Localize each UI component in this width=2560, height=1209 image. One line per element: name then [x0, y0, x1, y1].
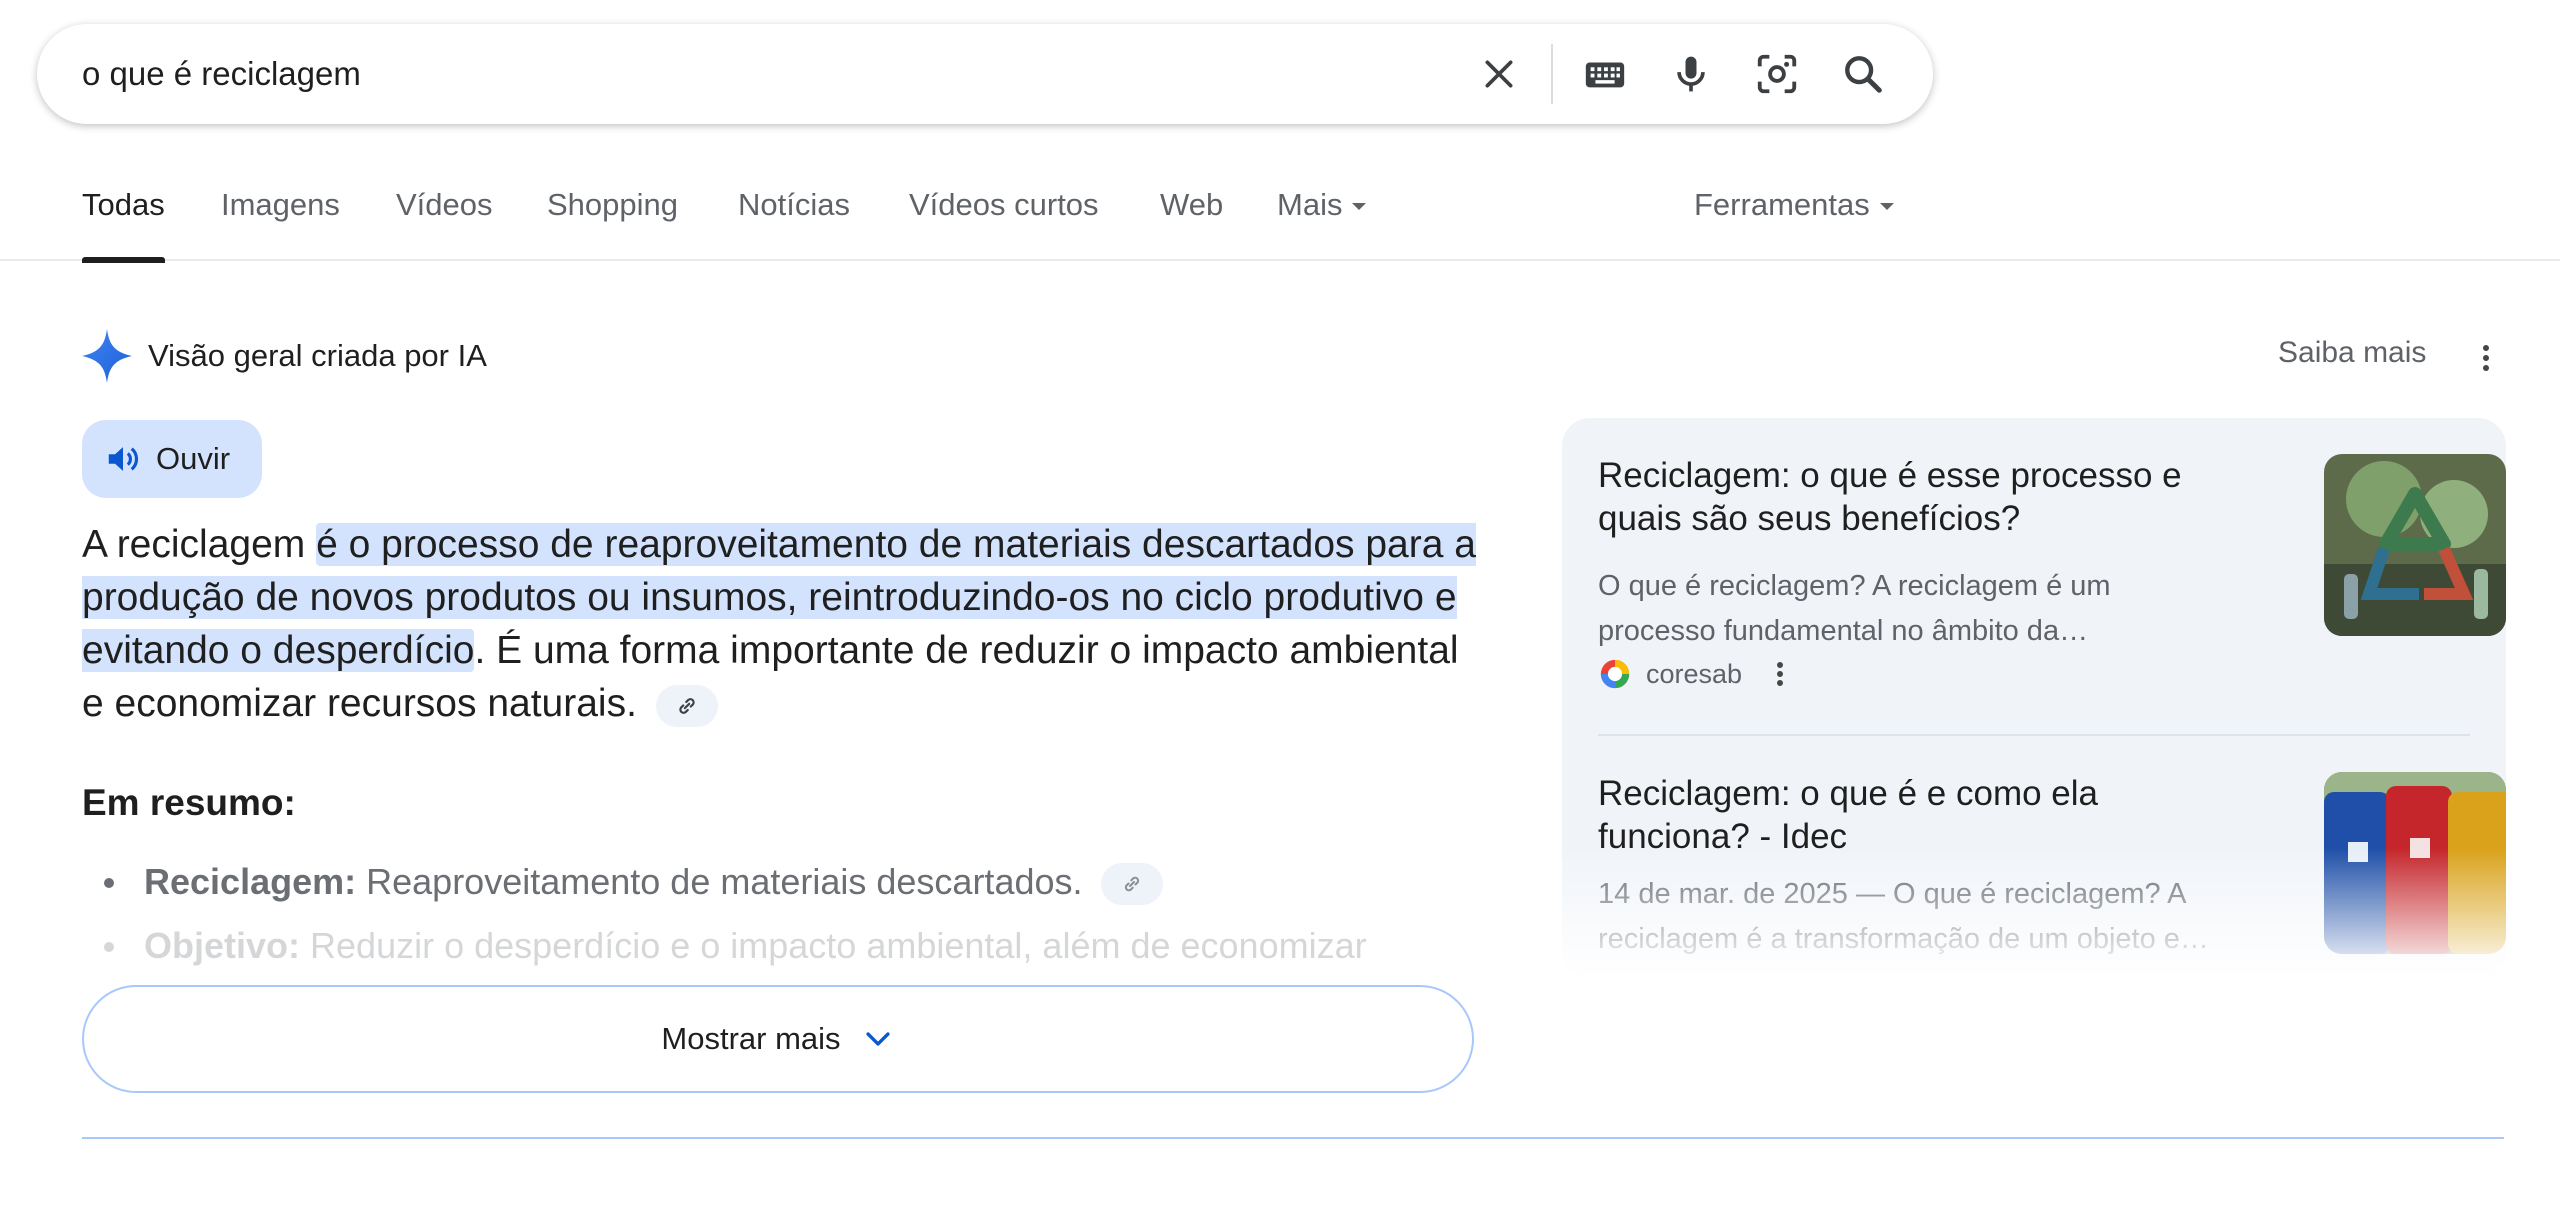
bullet-key: Objetivo: [144, 925, 301, 966]
tab-videos-curtos[interactable]: Vídeos curtos [909, 165, 1099, 261]
section-divider [82, 1137, 2504, 1139]
source-meta: coresab [1598, 654, 1792, 694]
sources-panel: Reciclagem: o que é esse processo e quai… [1562, 418, 2506, 978]
source-site: coresab [1646, 658, 1743, 689]
source-snippet: reciclagem é a transformação de um objet… [1598, 923, 2209, 955]
tab-todas[interactable]: Todas [82, 165, 165, 263]
summary-start: A reciclagem [82, 523, 317, 566]
list-item: Objetivo: Reduzir o desperdício e o impa… [82, 920, 1482, 972]
listen-label: Ouvir [156, 441, 231, 476]
search-tabs: Todas Imagens Vídeos Shopping Notícias V… [0, 165, 2560, 263]
tools-label: Ferramentas [1694, 187, 1870, 222]
more-options-icon[interactable] [1768, 654, 1792, 694]
more-options-icon[interactable] [2466, 334, 2506, 382]
microphone-icon[interactable] [1667, 50, 1715, 98]
chevron-down-icon [865, 1032, 890, 1046]
search-box[interactable]: o que é reciclagem [37, 24, 1933, 124]
ai-overview-header: Visão geral criada por IA [82, 328, 487, 384]
show-more-button[interactable]: Mostrar mais [82, 985, 1474, 1093]
site-favicon-icon [1600, 659, 1630, 689]
ai-summary-text: A reciclagem é o processo de reaproveita… [82, 518, 1482, 730]
speaker-icon [108, 447, 139, 471]
source-card[interactable]: Reciclagem: o que é e como ela funciona?… [1598, 772, 2506, 972]
search-results-page: o que é reciclagem Todas Imagens Vídeos … [0, 0, 2560, 1209]
tools-button[interactable]: Ferramentas [1694, 165, 1894, 261]
sparkle-icon [82, 329, 132, 383]
tab-noticias[interactable]: Notícias [738, 165, 850, 261]
source-title[interactable]: Reciclagem: o que é esse processo e quai… [1598, 454, 2218, 540]
learn-more-link[interactable]: Saiba mais [2278, 336, 2426, 370]
source-snippet: 14 de mar. de 2025 — O que é reciclagem?… [1598, 878, 2187, 910]
tab-mais-label: Mais [1277, 187, 1343, 222]
source-thumbnail [2324, 772, 2506, 954]
summary-bullets: Reciclagem: Reaproveitamento de materiai… [82, 856, 1482, 972]
bullet-value: Reduzir o desperdício e o impacto ambien… [310, 925, 1367, 966]
caret-down-icon [1879, 203, 1894, 211]
caret-down-icon [1352, 203, 1367, 211]
lens-icon[interactable] [1753, 50, 1801, 98]
ai-overview-title: Visão geral criada por IA [148, 338, 487, 373]
tab-web[interactable]: Web [1160, 165, 1223, 261]
listen-button[interactable]: Ouvir [82, 420, 262, 498]
close-icon[interactable] [1475, 50, 1523, 98]
source-link-icon[interactable] [1100, 863, 1163, 906]
source-title[interactable]: Reciclagem: o que é e como ela funciona?… [1598, 772, 2218, 858]
source-link-icon[interactable] [655, 684, 718, 727]
list-item: Reciclagem: Reaproveitamento de materiai… [82, 856, 1482, 908]
keyboard-icon[interactable] [1581, 50, 1629, 98]
tab-imagens[interactable]: Imagens [221, 165, 340, 261]
tab-shopping[interactable]: Shopping [547, 165, 678, 261]
source-snippet: processo fundamental no âmbito da… [1598, 615, 2089, 647]
source-card[interactable]: Reciclagem: o que é esse processo e quai… [1598, 454, 2506, 704]
search-icon[interactable] [1839, 50, 1887, 98]
show-more-label: Mostrar mais [661, 1021, 841, 1056]
tab-videos[interactable]: Vídeos [396, 165, 493, 261]
search-divider [1551, 44, 1553, 104]
search-input[interactable]: o que é reciclagem [82, 24, 361, 124]
tab-mais[interactable]: Mais [1277, 165, 1367, 261]
bullet-value: Reaproveitamento de materiais descartado… [366, 861, 1083, 902]
source-snippet: O que é reciclagem? A reciclagem é um [1598, 570, 2111, 602]
summary-heading: Em resumo: [82, 782, 296, 823]
source-divider [1598, 734, 2470, 736]
source-thumbnail [2324, 454, 2506, 636]
bullet-key: Reciclagem: [144, 861, 357, 902]
